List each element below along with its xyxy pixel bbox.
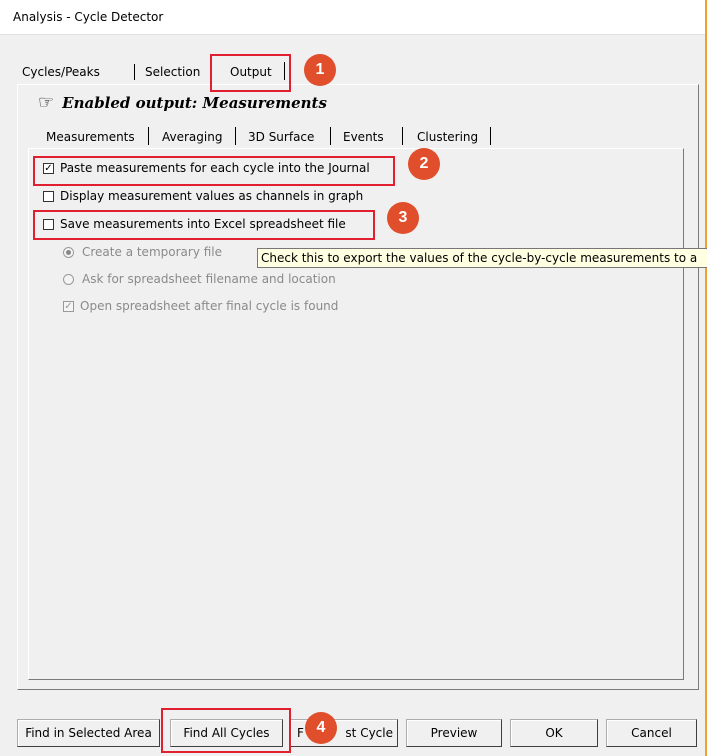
ok-button[interactable]: OK: [510, 719, 598, 747]
tab-averaging[interactable]: Averaging: [157, 129, 227, 145]
tab-separator: [330, 127, 331, 145]
tab-cycles-peaks[interactable]: Cycles/Peaks: [17, 64, 105, 80]
ask-filename-label: Ask for spreadsheet filename and locatio…: [82, 272, 336, 286]
window-title: Analysis - Cycle Detector: [13, 10, 164, 24]
ask-filename-option: Ask for spreadsheet filename and locatio…: [63, 272, 336, 286]
temp-file-option: Create a temporary file: [63, 245, 222, 259]
step-badge-4: 4: [305, 712, 337, 744]
tab-separator: [402, 127, 403, 145]
step-badge-3: 3: [387, 202, 419, 234]
highlight-box-save-option: [33, 210, 375, 240]
find-first-cycle-label-end: st Cycle: [345, 726, 393, 740]
tab-separator: [134, 64, 135, 80]
tab-clustering[interactable]: Clustering: [412, 129, 483, 145]
tab-separator: [490, 127, 491, 145]
tab-separator: [235, 127, 236, 145]
display-values-checkbox[interactable]: [43, 190, 54, 202]
temp-file-label: Create a temporary file: [82, 245, 223, 259]
highlight-box-output-tab: [210, 54, 291, 92]
open-spreadsheet-checkbox: ✓: [63, 300, 74, 312]
tab-separator: [148, 127, 149, 145]
ask-filename-radio: [63, 273, 74, 285]
highlight-box-find-all: [161, 708, 291, 753]
tab-3d-surface[interactable]: 3D Surface: [243, 129, 319, 145]
tab-measurements[interactable]: Measurements: [41, 129, 140, 145]
enabled-output-line: ☞ Enabled output: Measurements: [38, 93, 327, 113]
title-bar: Analysis - Cycle Detector: [0, 0, 707, 35]
find-in-selected-area-button[interactable]: Find in Selected Area: [17, 719, 160, 747]
preview-button[interactable]: Preview: [406, 719, 502, 747]
display-values-option[interactable]: Display measurement values as channels i…: [43, 189, 363, 203]
tab-selection[interactable]: Selection: [140, 64, 205, 80]
tab-events[interactable]: Events: [338, 129, 389, 145]
open-spreadsheet-label: Open spreadsheet after final cycle is fo…: [80, 299, 339, 313]
pointing-hand-icon: ☞: [38, 92, 55, 113]
open-spreadsheet-option: ✓ Open spreadsheet after final cycle is …: [63, 299, 338, 313]
export-tooltip: Check this to export the values of the c…: [257, 248, 707, 268]
find-first-cycle-label-start: F: [297, 726, 304, 740]
step-badge-1: 1: [304, 54, 336, 86]
display-values-label: Display measurement values as channels i…: [60, 189, 364, 203]
temp-file-radio: [63, 246, 74, 258]
cancel-button[interactable]: Cancel: [606, 719, 697, 747]
enabled-output-label: Enabled output: Measurements: [62, 94, 327, 112]
highlight-box-paste-option: [33, 156, 395, 186]
step-badge-2: 2: [408, 148, 440, 180]
